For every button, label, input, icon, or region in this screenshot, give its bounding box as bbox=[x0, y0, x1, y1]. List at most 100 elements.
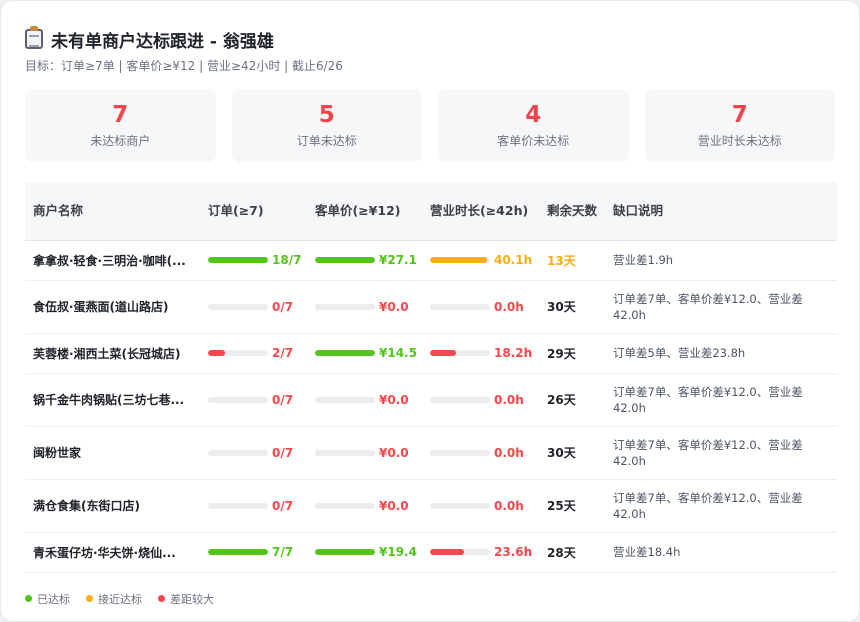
price-metric: ¥27.1 bbox=[315, 253, 417, 267]
hours-progress-bar bbox=[430, 396, 490, 403]
price-metric: ¥19.4 bbox=[315, 545, 417, 559]
price-progress-bar bbox=[315, 303, 375, 310]
legend: 已达标 接近达标 差距较大 bbox=[25, 591, 835, 607]
orders-progress-fill bbox=[208, 257, 268, 263]
legend-label: 差距较大 bbox=[170, 592, 214, 606]
orders-progress-bar bbox=[208, 449, 268, 456]
price-progress-bar bbox=[315, 350, 375, 356]
orders-progress-bar bbox=[208, 549, 268, 555]
merchant-table: 商户名称 订单(≥7) 客单价(≥¥12) 营业时长(≥42h) 剩余天数 缺口… bbox=[25, 182, 837, 573]
days-remaining: 30天 bbox=[547, 446, 576, 460]
stat-value: 4 bbox=[525, 102, 542, 128]
merchant-name-cell: 闽粉世家 bbox=[25, 426, 200, 480]
hours-progress-fill bbox=[430, 549, 464, 555]
orders-value: 0/7 bbox=[272, 498, 294, 513]
merchant-name: 锅千金牛肉锅贴(三坊七巷... bbox=[33, 393, 185, 407]
price-cell: ¥0.0 bbox=[307, 280, 422, 334]
hours-cell: 0.0h bbox=[422, 280, 539, 334]
price-progress-bar bbox=[315, 449, 375, 456]
hours-metric: 0.0h bbox=[430, 393, 531, 407]
orders-cell: 0/7 bbox=[200, 479, 307, 533]
legend-label: 接近达标 bbox=[98, 592, 142, 606]
merchant-name: 满仓食集(东街口店) bbox=[33, 499, 140, 513]
table-row[interactable]: 芙蓉楼·湘西土菜(长冠城店) 2/7 ¥14.5 18.2h 29天 订单差5单、营业差2… bbox=[25, 333, 837, 374]
orders-progress-fill bbox=[208, 549, 268, 555]
gap-note-cell: 订单差7单、客单价差¥12.0、营业差42.0h bbox=[605, 280, 837, 334]
days-remaining: 13天 bbox=[547, 253, 576, 268]
hours-metric: 0.0h bbox=[430, 499, 531, 513]
price-cell: ¥0.0 bbox=[307, 479, 422, 533]
gap-note: 订单差7单、客单价差¥12.0、营业差42.0h bbox=[613, 490, 803, 521]
gap-note: 订单差7单、客单价差¥12.0、营业差42.0h bbox=[613, 384, 803, 415]
merchant-name: 芙蓉楼·湘西土菜(长冠城店) bbox=[33, 346, 181, 361]
orders-metric: 7/7 bbox=[208, 545, 299, 559]
price-value: ¥14.5 bbox=[379, 346, 417, 360]
clipboard-icon bbox=[25, 26, 43, 49]
orders-metric: 18/7 bbox=[208, 253, 302, 267]
page-subtitle: 目标：订单≥7单 | 客单价≥¥12 | 营业≥42小时 | 截止6/26 bbox=[25, 59, 343, 73]
merchant-name-cell: 拿拿叔·轻食·三明治·咖啡(... bbox=[25, 240, 200, 281]
orders-metric: 0/7 bbox=[208, 446, 299, 460]
column-header-days: 剩余天数 bbox=[539, 182, 605, 241]
hours-cell: 0.0h bbox=[422, 426, 539, 480]
merchant-name-cell: 食伍叔·蛋燕面(道山路店) bbox=[25, 280, 200, 334]
merchant-name-cell: 青禾蛋仔坊·华夫饼·烧仙... bbox=[25, 532, 200, 573]
column-header-note: 缺口说明 bbox=[605, 182, 837, 241]
hours-progress-bar bbox=[430, 549, 490, 555]
table-row[interactable]: 食伍叔·蛋燕面(道山路店) 0/7 ¥0.0 0.0h 30天 订单差7单、客单价差¥12… bbox=[25, 280, 837, 334]
legend-dot-icon bbox=[86, 595, 93, 602]
days-cell: 30天 bbox=[539, 280, 605, 334]
table-row[interactable]: 满仓食集(东街口店) 0/7 ¥0.0 0.0h 25天 订单差7单、客单价差¥12.0、… bbox=[25, 479, 837, 533]
orders-value: 18/7 bbox=[272, 253, 302, 267]
hours-value: 18.2h bbox=[494, 346, 533, 360]
orders-progress-fill bbox=[208, 350, 226, 356]
hours-metric: 0.0h bbox=[430, 446, 531, 460]
hours-progress-fill bbox=[430, 257, 487, 263]
table-row[interactable]: 青禾蛋仔坊·华夫饼·烧仙... 7/7 ¥19.4 23.6h 28天 营业差18.4h bbox=[25, 532, 837, 573]
orders-metric: 0/7 bbox=[208, 499, 299, 513]
page-title: 未有单商户达标跟进 - 翁强雄 bbox=[51, 31, 274, 52]
orders-value: 0/7 bbox=[272, 445, 294, 460]
hours-value: 0.0h bbox=[494, 392, 524, 407]
orders-value: 0/7 bbox=[272, 299, 294, 314]
hours-progress-bar bbox=[430, 449, 490, 456]
hours-progress-bar bbox=[430, 502, 490, 509]
price-value: ¥0.0 bbox=[379, 498, 409, 513]
price-metric: ¥0.0 bbox=[315, 300, 414, 314]
days-remaining: 29天 bbox=[547, 346, 576, 361]
price-value: ¥0.0 bbox=[379, 299, 409, 314]
column-header-price: 客单价(≥¥12) bbox=[307, 182, 422, 241]
merchant-name: 闽粉世家 bbox=[33, 446, 82, 460]
legend-item-bad: 差距较大 bbox=[158, 591, 214, 607]
hours-metric: 0.0h bbox=[430, 300, 531, 314]
table-row[interactable]: 闽粉世家 0/7 ¥0.0 0.0h 30天 订单差7单、客单价差¥12.0、营业差42.… bbox=[25, 426, 837, 480]
merchant-name-cell: 锅千金牛肉锅贴(三坊七巷... bbox=[25, 373, 200, 427]
hours-progress-bar bbox=[430, 350, 490, 356]
orders-cell: 2/7 bbox=[200, 333, 307, 374]
legend-dot-icon bbox=[25, 595, 32, 602]
price-value: ¥27.1 bbox=[379, 253, 417, 267]
stat-label: 订单未达标 bbox=[296, 134, 357, 148]
legend-dot-icon bbox=[158, 595, 165, 602]
price-metric: ¥0.0 bbox=[315, 393, 414, 407]
hours-value: 0.0h bbox=[494, 445, 524, 460]
days-cell: 29天 bbox=[539, 333, 605, 374]
days-cell: 13天 bbox=[539, 240, 605, 281]
days-remaining: 30天 bbox=[547, 300, 576, 314]
gap-note: 订单差7单、客单价差¥12.0、营业差42.0h bbox=[613, 291, 803, 322]
table-header-row: 商户名称 订单(≥7) 客单价(≥¥12) 营业时长(≥42h) 剩余天数 缺口… bbox=[25, 182, 837, 241]
stat-value: 5 bbox=[318, 102, 335, 128]
price-progress-bar bbox=[315, 549, 375, 555]
orders-cell: 0/7 bbox=[200, 280, 307, 334]
table-row[interactable]: 拿拿叔·轻食·三明治·咖啡(... 18/7 ¥27.1 40.1h 13天 营业差1.9… bbox=[25, 240, 837, 281]
price-progress-bar bbox=[315, 257, 375, 263]
price-cell: ¥0.0 bbox=[307, 373, 422, 427]
orders-progress-bar bbox=[208, 303, 268, 310]
orders-progress-bar bbox=[208, 350, 268, 356]
days-cell: 25天 bbox=[539, 479, 605, 533]
hours-value: 0.0h bbox=[494, 299, 524, 314]
stat-value: 7 bbox=[112, 102, 129, 128]
price-value: ¥0.0 bbox=[379, 392, 409, 407]
table-row[interactable]: 锅千金牛肉锅贴(三坊七巷... 0/7 ¥0.0 0.0h 26天 订单差7单、客单价差¥… bbox=[25, 373, 837, 427]
days-remaining: 28天 bbox=[547, 545, 576, 560]
